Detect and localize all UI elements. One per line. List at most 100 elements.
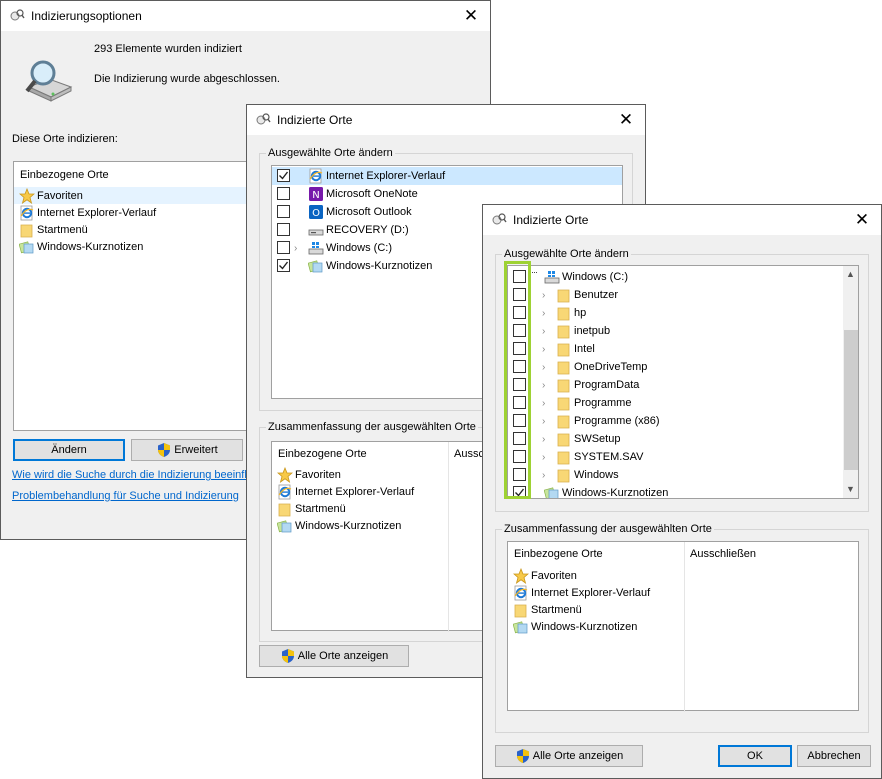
tree-item[interactable]: SYSTEM.SAV (556, 448, 643, 465)
item-label: Intel (574, 342, 595, 355)
item-label: Internet Explorer-Verlauf (295, 485, 415, 498)
tree-item[interactable]: Programme (x86) (556, 412, 660, 429)
checkbox-recovery[interactable] (277, 223, 290, 236)
tree-item[interactable]: Windows-Kurznotizen (308, 257, 432, 274)
ie-history-icon (308, 168, 324, 184)
folder-icon (556, 287, 572, 303)
chevron-right-icon[interactable]: › (542, 417, 551, 427)
summary-item: Windows-Kurznotizen (513, 618, 637, 635)
folder-icon (556, 413, 572, 429)
title-bar[interactable]: Indizierte Orte ✕ (247, 105, 645, 135)
chevron-right-icon[interactable]: › (542, 399, 551, 409)
tree-item[interactable]: Intel (556, 340, 595, 357)
how-indexing-affects-search-link[interactable]: Wie wird die Suche durch die Indizierung… (12, 469, 253, 481)
item-label: Microsoft OneNote (326, 187, 418, 200)
item-label: Programme (574, 396, 632, 409)
tree-item[interactable]: SWSetup (556, 430, 620, 447)
chevron-right-icon[interactable]: › (542, 309, 551, 319)
summary-list[interactable]: Einbezogene Orte Ausschließen Favoriten … (507, 541, 859, 712)
tree-item[interactable]: inetpub (556, 322, 610, 339)
item-label: Windows-Kurznotizen (37, 240, 144, 253)
tree-item[interactable]: ProgramData (556, 376, 639, 393)
list-item[interactable]: Internet Explorer-Verlauf (19, 204, 156, 221)
chevron-right-icon[interactable]: › (542, 345, 551, 355)
close-icon[interactable]: ✕ (615, 110, 637, 130)
drive-icon (308, 222, 324, 238)
folder-icon (556, 395, 572, 411)
folder-tree[interactable]: Windows (C:) › Benutzer › hp › inetpub › Intel ›… (507, 265, 859, 499)
item-label: Windows-Kurznotizen (295, 519, 402, 532)
modify-button[interactable]: Ändern (13, 439, 125, 461)
column-divider (448, 442, 449, 632)
tree-item[interactable]: Microsoft Outlook (308, 203, 412, 220)
tree-item[interactable]: Windows (C:) (544, 268, 628, 285)
tree-item[interactable]: Benutzer (556, 286, 618, 303)
chevron-right-icon[interactable]: › (294, 244, 303, 254)
column-divider (684, 542, 685, 712)
item-label: Windows (C:) (562, 270, 629, 283)
checkbox-windows-c[interactable] (277, 241, 290, 254)
item-label: Internet Explorer-Verlauf (326, 169, 446, 182)
checkbox-outlook[interactable] (277, 205, 290, 218)
indexed-locations-window-front: Indizierte Orte ✕ Ausgewählte Orte änder… (482, 204, 882, 779)
chevron-right-icon[interactable]: › (542, 363, 551, 373)
chevron-right-icon[interactable]: › (542, 381, 551, 391)
tree-item[interactable]: Windows (C:) (308, 239, 392, 256)
scroll-down-arrow-icon[interactable]: ▼ (846, 484, 855, 494)
ok-button-label: OK (747, 750, 763, 762)
list-item[interactable]: Windows-Kurznotizen (19, 238, 143, 255)
item-label: Windows-Kurznotizen (562, 486, 669, 499)
windows-drive-icon (544, 269, 560, 285)
cancel-button[interactable]: Abbrechen (797, 745, 871, 767)
item-label: Startmenü (295, 502, 346, 515)
group-title: Ausgewählte Orte ändern (266, 147, 395, 159)
chevron-right-icon[interactable]: › (542, 327, 551, 337)
show-all-locations-button[interactable]: Alle Orte anzeigen (259, 645, 409, 667)
close-icon[interactable]: ✕ (851, 210, 873, 230)
star-icon (513, 568, 529, 584)
tree-item[interactable]: Programme (556, 394, 631, 411)
tree-item[interactable]: OneDriveTemp (556, 358, 647, 375)
close-icon[interactable]: ✕ (460, 6, 482, 26)
summary-item: Favoriten (277, 466, 341, 483)
summary-item: Windows-Kurznotizen (277, 517, 401, 534)
vertical-scrollbar[interactable]: ▲ ▼ (843, 266, 858, 498)
item-label: Startmenü (37, 223, 88, 236)
folder-icon (513, 602, 529, 618)
chevron-right-icon[interactable]: › (542, 471, 551, 481)
item-label: Windows-Kurznotizen (531, 620, 638, 633)
tree-item[interactable]: Windows (556, 466, 619, 483)
item-label: Benutzer (574, 288, 619, 301)
folder-icon (556, 359, 572, 375)
title-bar[interactable]: Indizierte Orte ✕ (483, 205, 881, 235)
checkbox-ie-history[interactable] (277, 169, 290, 182)
list-item[interactable]: Favoriten (19, 187, 83, 204)
checkmark-icon (279, 261, 289, 270)
title-bar[interactable]: Indizierungsoptionen ✕ (1, 1, 490, 31)
tree-item[interactable]: Internet Explorer-Verlauf (308, 167, 445, 184)
advanced-button[interactable]: Erweitert (131, 439, 243, 461)
tree-item[interactable]: Windows-Kurznotizen (544, 484, 669, 499)
ok-button[interactable]: OK (718, 745, 792, 767)
tree-item[interactable]: Microsoft OneNote (308, 185, 418, 202)
group-title: Zusammenfassung der ausgewählten Orte (502, 523, 714, 535)
checkbox-onenote[interactable] (277, 187, 290, 200)
included-locations-list[interactable]: Einbezogene Orte Favoriten Internet Expl… (13, 161, 254, 431)
tree-item[interactable]: hp (556, 304, 586, 321)
troubleshoot-search-link[interactable]: Problembehandlung für Suche und Indizier… (12, 490, 239, 502)
tree-item[interactable]: RECOVERY (D:) (308, 221, 409, 238)
list-item[interactable]: Startmenü (19, 221, 88, 238)
scroll-up-arrow-icon[interactable]: ▲ (846, 269, 855, 279)
summary-item: Startmenü (277, 500, 346, 517)
chevron-right-icon[interactable]: › (542, 291, 551, 301)
show-all-locations-button[interactable]: Alle Orte anzeigen (495, 745, 643, 767)
checkbox-sticky-notes[interactable] (277, 259, 290, 272)
item-label: Favoriten (37, 189, 83, 202)
ie-history-icon (277, 484, 293, 500)
scrollbar-thumb[interactable] (844, 330, 858, 470)
column-header-included: Einbezogene Orte (514, 548, 603, 560)
chevron-right-icon[interactable]: › (542, 435, 551, 445)
window-title: Indizierte Orte (277, 113, 353, 127)
cancel-button-label: Abbrechen (807, 750, 861, 762)
chevron-right-icon[interactable]: › (542, 453, 551, 463)
